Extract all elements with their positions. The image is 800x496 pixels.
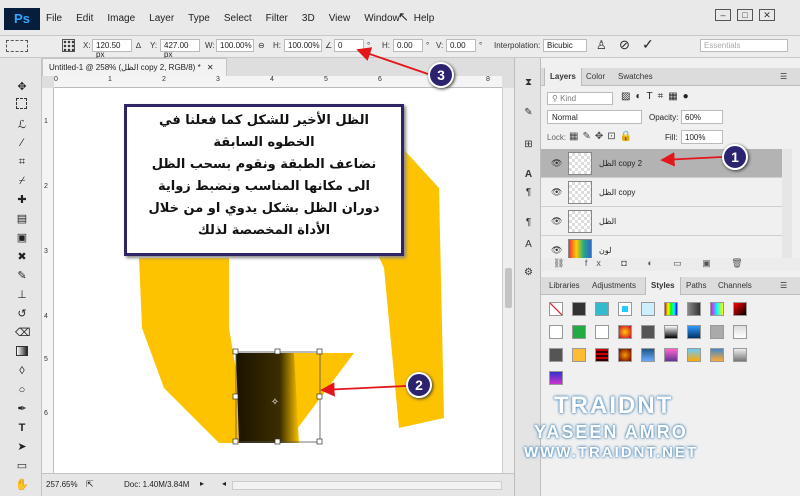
step-marker-1: 1 (722, 144, 748, 170)
step-marker-3: 3 (428, 62, 454, 88)
annotation-arrows (320, 47, 723, 397)
arrow-2 (320, 382, 407, 397)
arrow-3 (356, 47, 429, 75)
step-marker-2: 2 (406, 372, 432, 398)
arrow-1 (660, 152, 723, 167)
